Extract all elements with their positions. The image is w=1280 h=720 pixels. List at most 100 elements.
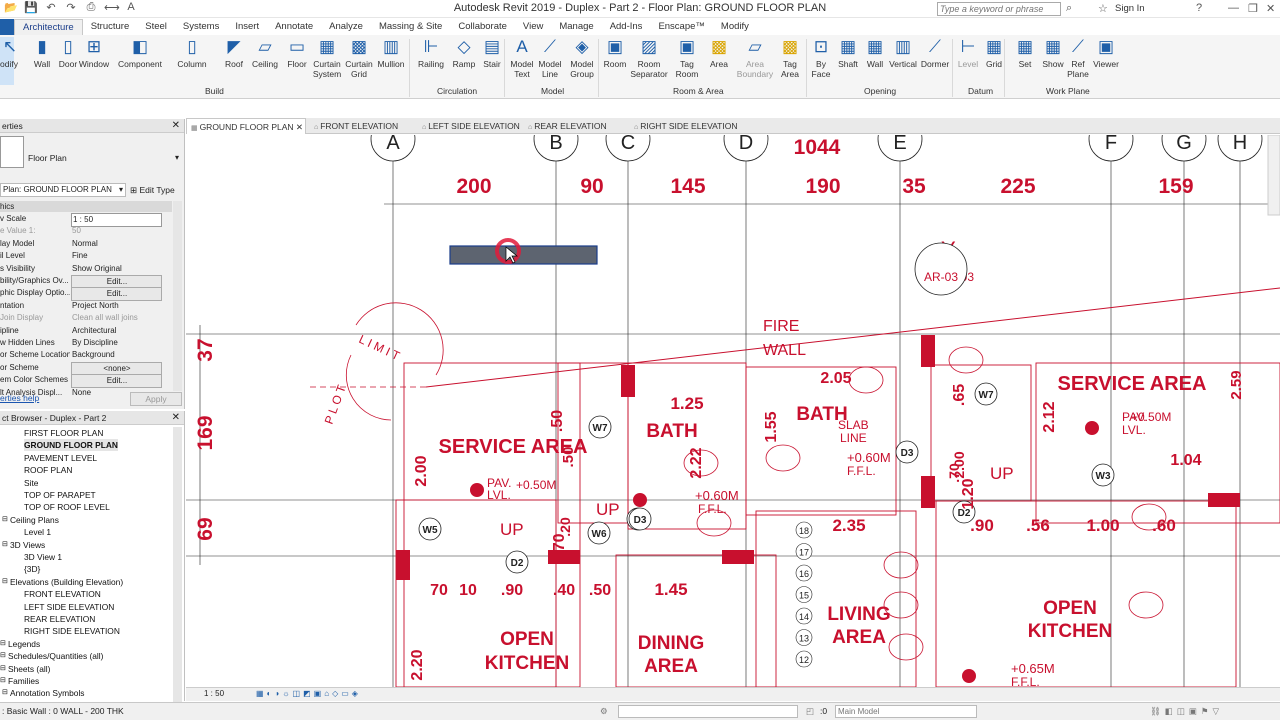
browser-item[interactable]: FIRST FLOOR PLAN <box>24 427 103 439</box>
tag-room-button[interactable]: ▣ Tag Room <box>672 37 702 79</box>
ramp-button[interactable]: ◇ Ramp <box>450 37 478 69</box>
floor-plan-drawing[interactable]: A B C D E F G H 1044 200 90 145 190 35 225 159 37 169 69 L … <box>186 135 1280 687</box>
property-row[interactable]: or Scheme <none> <box>0 361 172 376</box>
ribbon-group-label[interactable]: Work Plane <box>1046 86 1090 96</box>
by-face-button[interactable]: ⊡ By Face <box>810 37 832 79</box>
property-row[interactable]: v Scale 1 : 50 <box>0 213 172 227</box>
design-option-dropdown[interactable]: Main Model <box>835 705 977 718</box>
browser-item[interactable]: Sheets (all) <box>8 663 50 675</box>
room-button[interactable]: ▣ Room <box>602 37 628 69</box>
floor-button[interactable]: ▭ Floor <box>282 37 312 69</box>
browser-item[interactable]: Families <box>8 675 39 687</box>
property-value[interactable]: Clean all wall joins <box>71 312 162 324</box>
modify-button[interactable]: ↖ odify <box>0 37 18 85</box>
property-row[interactable]: w Hidden Lines By Discipline <box>0 337 172 349</box>
minimize-icon[interactable]: — <box>1228 2 1239 14</box>
mullion-button[interactable]: ▥ Mullion <box>374 37 408 69</box>
browser-item[interactable]: LEFT SIDE ELEVATION <box>24 601 114 613</box>
star-icon[interactable]: ☆ <box>1098 2 1108 15</box>
browser-scrollbar[interactable] <box>173 427 182 702</box>
text-icon[interactable]: A <box>124 1 138 14</box>
browser-item[interactable]: {3D} <box>24 563 40 575</box>
drawing-canvas[interactable]: A B C D E F G H 1044 200 90 145 190 35 225 159 37 169 69 L … <box>186 135 1280 687</box>
level-button[interactable]: ⊢ Level <box>956 37 980 69</box>
graphics-section[interactable]: hics <box>0 201 172 212</box>
close-icon[interactable]: ✕ <box>1266 2 1275 15</box>
collapse-icon[interactable]: ⊟ <box>2 539 8 551</box>
browser-item[interactable]: PAVEMENT LEVEL <box>24 452 97 464</box>
column-button[interactable]: ▯ Column <box>172 37 212 69</box>
ribbon-group-label[interactable]: Opening <box>864 86 896 96</box>
undo-icon[interactable]: ↶ <box>44 1 58 14</box>
ribbon-tab[interactable]: Add-Ins <box>602 19 651 35</box>
browser-item[interactable]: Schedules/Quantities (all) <box>8 650 103 662</box>
browser-item[interactable]: 3D Views <box>10 539 45 551</box>
browser-item[interactable]: TOP OF PARAPET <box>24 489 96 501</box>
tag-area-button[interactable]: ▩ Tag Area <box>776 37 804 79</box>
browser-item[interactable]: Legends <box>8 638 40 650</box>
collapse-icon[interactable]: ⊟ <box>0 663 6 675</box>
property-row[interactable]: e Value 1: 50 <box>0 225 172 237</box>
browser-item[interactable]: 3D View 1 <box>24 551 62 563</box>
viewer-button[interactable]: ▣ Viewer <box>1092 37 1120 69</box>
ribbon-group-label[interactable]: Room & Area <box>673 86 724 96</box>
browser-item[interactable]: REAR ELEVATION <box>24 613 95 625</box>
ribbon-tab[interactable]: Collaborate <box>450 19 515 35</box>
design-option-icon[interactable]: ◰ <box>806 703 814 720</box>
file-tab[interactable] <box>0 19 14 35</box>
browser-item[interactable]: ROOF PLAN <box>24 464 72 476</box>
save-icon[interactable]: 💾 <box>24 1 38 14</box>
browser-item[interactable]: Level 1 <box>24 526 51 538</box>
area-boundary-button[interactable]: ▱ Area Boundary <box>736 37 774 79</box>
wall-button[interactable]: ▦ Wall <box>862 37 888 69</box>
property-row[interactable]: Join Display Clean all wall joins <box>0 312 172 324</box>
ceiling-button[interactable]: ▱ Ceiling <box>248 37 282 69</box>
dormer-button[interactable]: ⟋ Dormer <box>918 37 952 69</box>
shaft-button[interactable]: ▦ Shaft <box>834 37 862 69</box>
ribbon-tab[interactable]: Modify <box>713 19 757 35</box>
redo-icon[interactable]: ↷ <box>64 1 78 14</box>
ribbon-tab[interactable]: Annotate <box>267 19 321 35</box>
browser-item[interactable]: Site <box>24 477 38 489</box>
ribbon-tab[interactable]: Steel <box>137 19 175 35</box>
property-value[interactable]: 50 <box>71 225 162 237</box>
ribbon-tab[interactable]: Manage <box>551 19 601 35</box>
property-value[interactable]: Show Original <box>71 263 162 275</box>
component-button[interactable]: ◧ Component <box>112 37 168 69</box>
view-scale[interactable]: 1 : 50 <box>204 688 224 700</box>
property-value[interactable]: Project North <box>71 300 162 312</box>
collapse-icon[interactable]: ⊟ <box>2 687 8 699</box>
help-icon[interactable]: ? <box>1196 2 1202 14</box>
model-group-button[interactable]: ◈ Model Group <box>566 37 598 79</box>
ribbon-tab[interactable]: Structure <box>83 19 138 35</box>
sign-in-link[interactable]: Sign In <box>1115 3 1145 14</box>
collapse-icon[interactable]: ⊟ <box>0 638 6 650</box>
property-value[interactable]: Background <box>71 349 162 361</box>
browser-item[interactable]: Ceiling Plans <box>10 514 59 526</box>
model-line-button[interactable]: ⟋ Model Line <box>536 37 564 79</box>
property-row[interactable]: phic Display Optio... Edit... <box>0 287 172 302</box>
maximize-icon[interactable]: ❐ <box>1248 2 1258 15</box>
view-tab[interactable]: ⌂ RIGHT SIDE ELEVATION <box>630 118 742 134</box>
view-tab[interactable]: ⌂ REAR ELEVATION <box>524 118 622 134</box>
room-separator-button[interactable]: ▨ Room Separator <box>630 37 668 79</box>
browser-item[interactable]: Annotation Symbols <box>10 687 85 699</box>
show-button[interactable]: ▦ Show <box>1040 37 1066 69</box>
property-row[interactable]: il Level Fine <box>0 250 172 262</box>
view-control-icons[interactable]: ▦◐◑☼◫◩▣⌂◇▭◈ <box>256 688 361 700</box>
open-icon[interactable]: 📂 <box>4 1 18 14</box>
browser-item[interactable]: GROUND FLOOR PLAN <box>24 439 118 452</box>
browser-item[interactable]: FRONT ELEVATION <box>24 588 101 600</box>
chevron-down-icon[interactable]: ▾ <box>175 153 179 162</box>
window-button[interactable]: ⊞ Window <box>76 37 112 69</box>
properties-scrollbar[interactable] <box>173 201 182 391</box>
ribbon-group-label[interactable]: Circulation <box>437 86 477 96</box>
binoculars-icon[interactable]: ⌕ <box>1066 2 1072 15</box>
browser-item[interactable]: RIGHT SIDE ELEVATION <box>24 625 120 637</box>
property-row[interactable]: s Visibility Show Original <box>0 263 172 275</box>
browser-item[interactable]: TOP OF ROOF LEVEL <box>24 501 110 513</box>
ribbon-tab[interactable]: View <box>515 19 551 35</box>
view-tab[interactable]: ▦ GROUND FLOOR PLAN ✕ <box>186 118 306 134</box>
ribbon-tab[interactable]: Systems <box>175 19 227 35</box>
ref-plane-button[interactable]: ⟋ Ref Plane <box>1064 37 1092 79</box>
